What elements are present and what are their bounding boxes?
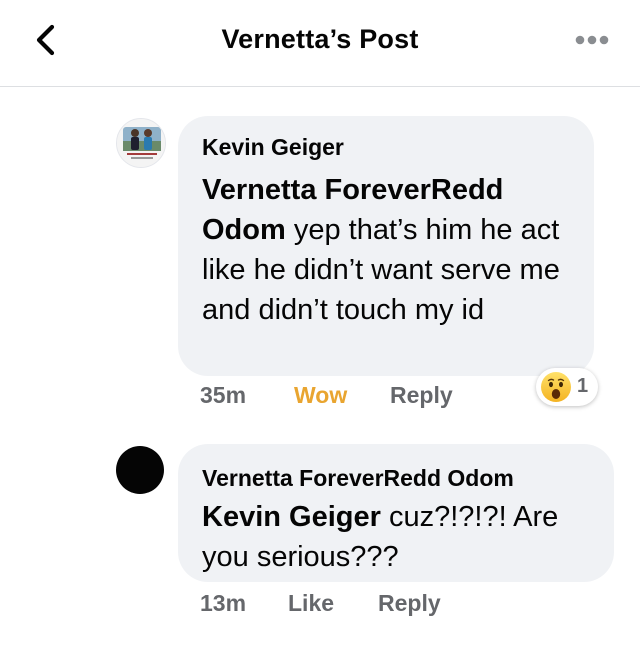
comment-mention[interactable]: Kevin Geiger: [202, 501, 381, 533]
reply-button[interactable]: Reply: [390, 382, 453, 409]
comment-bubble: Vernetta ForeverRedd Odom Kevin Geiger c…: [178, 444, 614, 582]
comment-timestamp: 35m: [200, 382, 247, 408]
wow-reaction-button[interactable]: Wow: [294, 382, 347, 409]
like-button[interactable]: Like: [288, 590, 334, 617]
comment-text: Kevin Geiger cuz?!?!?! Are you serious??…: [202, 497, 590, 577]
avatar[interactable]: [116, 446, 164, 494]
wow-emoji-icon: [541, 372, 571, 402]
comment-timestamp: 13m: [200, 590, 247, 616]
comment-author[interactable]: Kevin Geiger: [202, 130, 570, 164]
more-horizontal-icon: [575, 35, 609, 45]
reaction-count: 1: [577, 375, 589, 397]
comment-author[interactable]: Vernetta ForeverRedd Odom: [202, 461, 590, 495]
comment-text: Vernetta ForeverRedd Odom yep that’s him…: [202, 170, 570, 330]
page-title: Vernetta’s Post: [221, 24, 419, 54]
reaction-summary[interactable]: 1: [536, 368, 598, 406]
avatar[interactable]: [116, 118, 166, 168]
top-bar: Vernetta’s Post: [0, 0, 640, 87]
more-options-button[interactable]: [568, 26, 616, 54]
comment-bubble: Kevin Geiger Vernetta ForeverRedd Odom y…: [178, 116, 594, 376]
profile-photo-icon: [117, 119, 165, 167]
reply-button[interactable]: Reply: [378, 590, 441, 617]
